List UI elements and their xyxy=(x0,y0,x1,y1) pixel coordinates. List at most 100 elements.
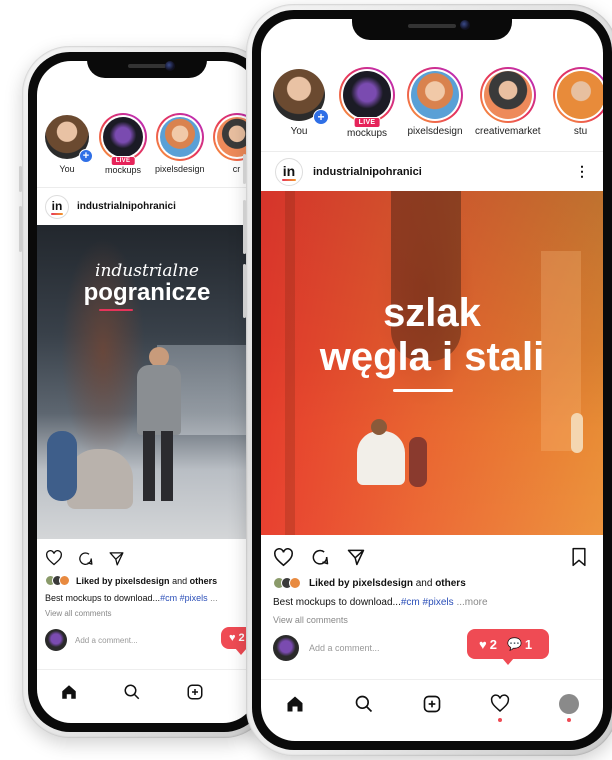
profile-tab[interactable] xyxy=(558,693,579,722)
story-label: cr xyxy=(232,164,241,174)
liked-by-row: Liked by pixelsdesign and others xyxy=(273,577,466,589)
front-phone-mockup: + You LIVE mockups pixelsdesign creative… xyxy=(243,4,612,756)
bookmark-icon[interactable] xyxy=(571,547,587,567)
notification-bubble[interactable]: ♥ 2 💬 1 xyxy=(467,629,549,659)
search-icon[interactable] xyxy=(123,683,141,701)
story-pixelsdesign[interactable]: pixelsdesign xyxy=(407,67,463,139)
logo-underline xyxy=(282,178,296,181)
caption-hashtags[interactable]: #cm #pixels xyxy=(401,597,454,608)
story-you[interactable]: + You xyxy=(271,67,329,139)
liked-by-and: and xyxy=(172,575,188,586)
avatar xyxy=(289,577,301,589)
profile-indicator xyxy=(566,717,571,722)
liked-avatars xyxy=(273,577,301,589)
child-figure xyxy=(409,437,427,487)
liked-by-others[interactable]: others xyxy=(435,578,466,589)
comment-icon[interactable] xyxy=(77,550,94,567)
post-title: pogranicze xyxy=(83,279,211,306)
logo-text: in xyxy=(282,162,296,179)
story-label: stu xyxy=(573,126,588,137)
person-body xyxy=(137,365,181,435)
post-username[interactable]: industrialnipohranici xyxy=(77,201,176,212)
add-story-icon[interactable]: + xyxy=(79,149,93,163)
stories-row[interactable]: + You LIVE mockups xyxy=(271,67,603,139)
heart-icon[interactable] xyxy=(45,550,63,566)
avatar xyxy=(45,629,67,651)
story-label: You xyxy=(290,126,308,137)
home-icon[interactable] xyxy=(60,683,78,701)
side-button xyxy=(19,166,22,192)
liked-by-prefix: Liked by xyxy=(309,577,350,589)
live-badge: LIVE xyxy=(110,156,136,166)
camera-icon xyxy=(460,20,470,30)
post-title-line2: węgla i stali xyxy=(319,335,545,379)
comment-bubble-icon: 💬 xyxy=(506,637,522,651)
liked-by-others[interactable]: others xyxy=(190,576,218,586)
heart-icon: ♥ xyxy=(229,632,236,644)
caption-text: Best mockups to download... xyxy=(45,593,161,603)
story-stu[interactable]: stu xyxy=(552,67,603,139)
liked-by-user[interactable]: pixelsdesign xyxy=(115,576,170,586)
add-post-icon[interactable] xyxy=(422,694,442,714)
background-figure xyxy=(571,413,583,453)
story-label: creativemarket xyxy=(475,126,541,137)
bottom-nav xyxy=(261,679,603,727)
story-mockups[interactable]: LIVE mockups xyxy=(339,67,395,139)
front-phone-screen: + You LIVE mockups pixelsdesign creative… xyxy=(261,19,603,741)
avatar xyxy=(483,71,532,119)
child-figure xyxy=(47,431,77,501)
send-icon[interactable] xyxy=(108,550,125,567)
logo-underline xyxy=(51,212,63,215)
add-story-icon[interactable]: + xyxy=(313,109,329,125)
post-header: in industrialnipohranici ⋮ xyxy=(261,151,603,191)
post-username[interactable]: industrialnipohranici xyxy=(313,166,422,178)
story-mockups[interactable]: LIVE mockups xyxy=(99,113,147,175)
speaker-grille xyxy=(408,24,456,28)
caption-text: Best mockups to download... xyxy=(273,597,401,608)
person-leg xyxy=(161,431,173,501)
crouching-person xyxy=(357,431,405,485)
liked-by-user[interactable]: pixelsdesign xyxy=(352,578,413,589)
story-you[interactable]: + You xyxy=(43,113,93,175)
post-caption: Best mockups to download...#cm #pixels .… xyxy=(45,593,218,603)
profile-logo[interactable]: in xyxy=(45,194,69,219)
activity-heart-icon[interactable] xyxy=(490,694,510,722)
post-title-script: industrialne xyxy=(95,261,199,281)
avatar xyxy=(273,635,299,661)
send-icon[interactable] xyxy=(346,547,366,567)
story-label: mockups xyxy=(346,128,387,139)
caption-more[interactable]: ... xyxy=(210,593,218,603)
comment-row: Add a comment... xyxy=(45,629,138,651)
view-all-comments-link[interactable]: View all comments xyxy=(45,609,112,618)
stories-row[interactable]: + You LIVE mockups xyxy=(43,113,257,175)
story-creativemarket[interactable]: creativemarket xyxy=(475,67,541,139)
volume-button xyxy=(243,264,246,318)
notification-likes: 2 xyxy=(489,636,497,652)
caption-hashtags[interactable]: #cm #pixels xyxy=(160,593,208,603)
story-pixelsdesign[interactable]: pixelsdesign xyxy=(155,113,205,175)
add-post-icon[interactable] xyxy=(186,683,204,701)
more-options-icon[interactable]: ⋮ xyxy=(575,163,589,180)
notification-likes: 2 xyxy=(238,632,245,644)
add-comment-input[interactable]: Add a comment... xyxy=(75,636,138,645)
liked-by-and: and xyxy=(415,577,433,589)
comment-icon[interactable] xyxy=(310,547,330,567)
bottom-nav xyxy=(37,669,257,713)
story-label: mockups xyxy=(104,165,141,175)
phone-notch xyxy=(87,52,207,78)
back-phone-mockup: + You LIVE mockups pixelsdesign cr in in… xyxy=(19,46,272,738)
heart-icon[interactable] xyxy=(273,547,294,567)
home-icon[interactable] xyxy=(285,694,305,714)
profile-logo[interactable]: in xyxy=(275,157,303,186)
caption-more[interactable]: ...more xyxy=(456,597,487,608)
add-comment-input[interactable]: Add a comment... xyxy=(309,643,380,653)
logo-text: in xyxy=(51,198,63,213)
post-image[interactable]: industrialne pogranicze xyxy=(37,225,257,539)
post-image[interactable]: szlak węgla i stali xyxy=(261,191,603,535)
activity-indicator xyxy=(498,718,503,722)
profile-avatar-icon xyxy=(558,693,579,714)
post-header: in industrialnipohranici xyxy=(37,187,257,225)
view-all-comments-link[interactable]: View all comments xyxy=(273,615,348,625)
title-swoosh xyxy=(393,389,453,392)
search-icon[interactable] xyxy=(354,694,374,714)
